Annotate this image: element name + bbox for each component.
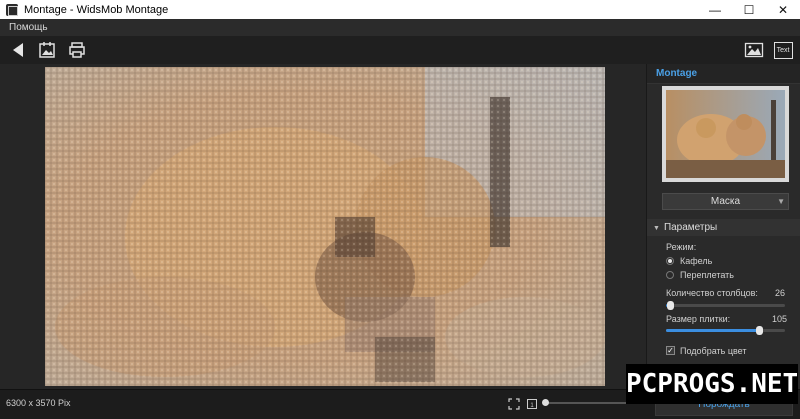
panel-title: Montage bbox=[647, 64, 800, 84]
settings-panel: Montage Маска ▼ ▼ Параметры Режим: Кафель bbox=[646, 64, 800, 389]
mode-tile-label: Кафель bbox=[680, 256, 713, 266]
title-bar: Montage - WidsMob Montage — ☐ ✕ bbox=[0, 0, 800, 19]
menu-item-help[interactable]: Помощь bbox=[9, 22, 48, 33]
match-color-label: Подобрать цвет bbox=[680, 346, 747, 356]
actual-size-icon[interactable]: 1 bbox=[526, 397, 538, 415]
params-section-header[interactable]: ▼ Параметры bbox=[647, 219, 800, 236]
tile-size-slider-knob[interactable] bbox=[755, 326, 763, 335]
columns-label: Количество столбцов: bbox=[666, 288, 758, 298]
image-dimensions: 6300 x 3570 Pix bbox=[6, 398, 71, 408]
text-button[interactable]: Text bbox=[772, 39, 794, 61]
mask-select-value: Маска bbox=[710, 196, 741, 207]
columns-value: 26 bbox=[775, 288, 786, 298]
toolbar: Text bbox=[0, 36, 800, 64]
text-label: Text bbox=[773, 41, 793, 59]
mode-radio-tile[interactable] bbox=[666, 257, 674, 265]
menu-bar: Помощь bbox=[0, 19, 800, 36]
columns-slider[interactable] bbox=[666, 301, 785, 310]
mode-interlace-label: Переплетать bbox=[680, 270, 734, 280]
picture-icon[interactable] bbox=[742, 39, 766, 61]
watermark: PCPROGS.NET bbox=[626, 364, 798, 404]
tile-size-slider[interactable] bbox=[666, 326, 785, 335]
match-color-checkbox[interactable]: ✓ bbox=[666, 346, 675, 355]
canvas-area bbox=[0, 64, 646, 389]
maximize-icon[interactable]: ☐ bbox=[732, 0, 766, 19]
preview-image bbox=[666, 90, 785, 178]
back-arrow-icon[interactable] bbox=[8, 39, 28, 61]
mosaic-image[interactable] bbox=[45, 67, 605, 386]
caret-down-icon: ▼ bbox=[653, 225, 660, 232]
zoom-slider[interactable] bbox=[542, 399, 635, 406]
mode-radio-interlace[interactable] bbox=[666, 271, 674, 279]
add-image-icon[interactable] bbox=[36, 39, 58, 61]
chevron-down-icon: ▼ bbox=[777, 197, 785, 206]
fit-screen-icon[interactable] bbox=[508, 397, 520, 415]
printer-icon[interactable] bbox=[66, 39, 88, 61]
tile-size-value: 105 bbox=[772, 314, 788, 324]
mask-select[interactable]: Маска ▼ bbox=[662, 193, 789, 210]
mode-label: Режим: bbox=[666, 242, 697, 252]
window-title: Montage - WidsMob Montage bbox=[24, 3, 169, 16]
tile-size-slider-fill bbox=[666, 329, 759, 332]
tile-size-label: Размер плитки: bbox=[666, 314, 731, 324]
params-header-label: Параметры bbox=[663, 222, 718, 233]
app-icon bbox=[6, 3, 18, 16]
columns-slider-knob[interactable] bbox=[666, 301, 674, 310]
zoom-slider-knob[interactable] bbox=[542, 399, 549, 406]
preview-thumbnail[interactable] bbox=[662, 86, 789, 182]
minimize-icon[interactable]: — bbox=[698, 0, 732, 19]
close-icon[interactable]: ✕ bbox=[766, 0, 800, 19]
